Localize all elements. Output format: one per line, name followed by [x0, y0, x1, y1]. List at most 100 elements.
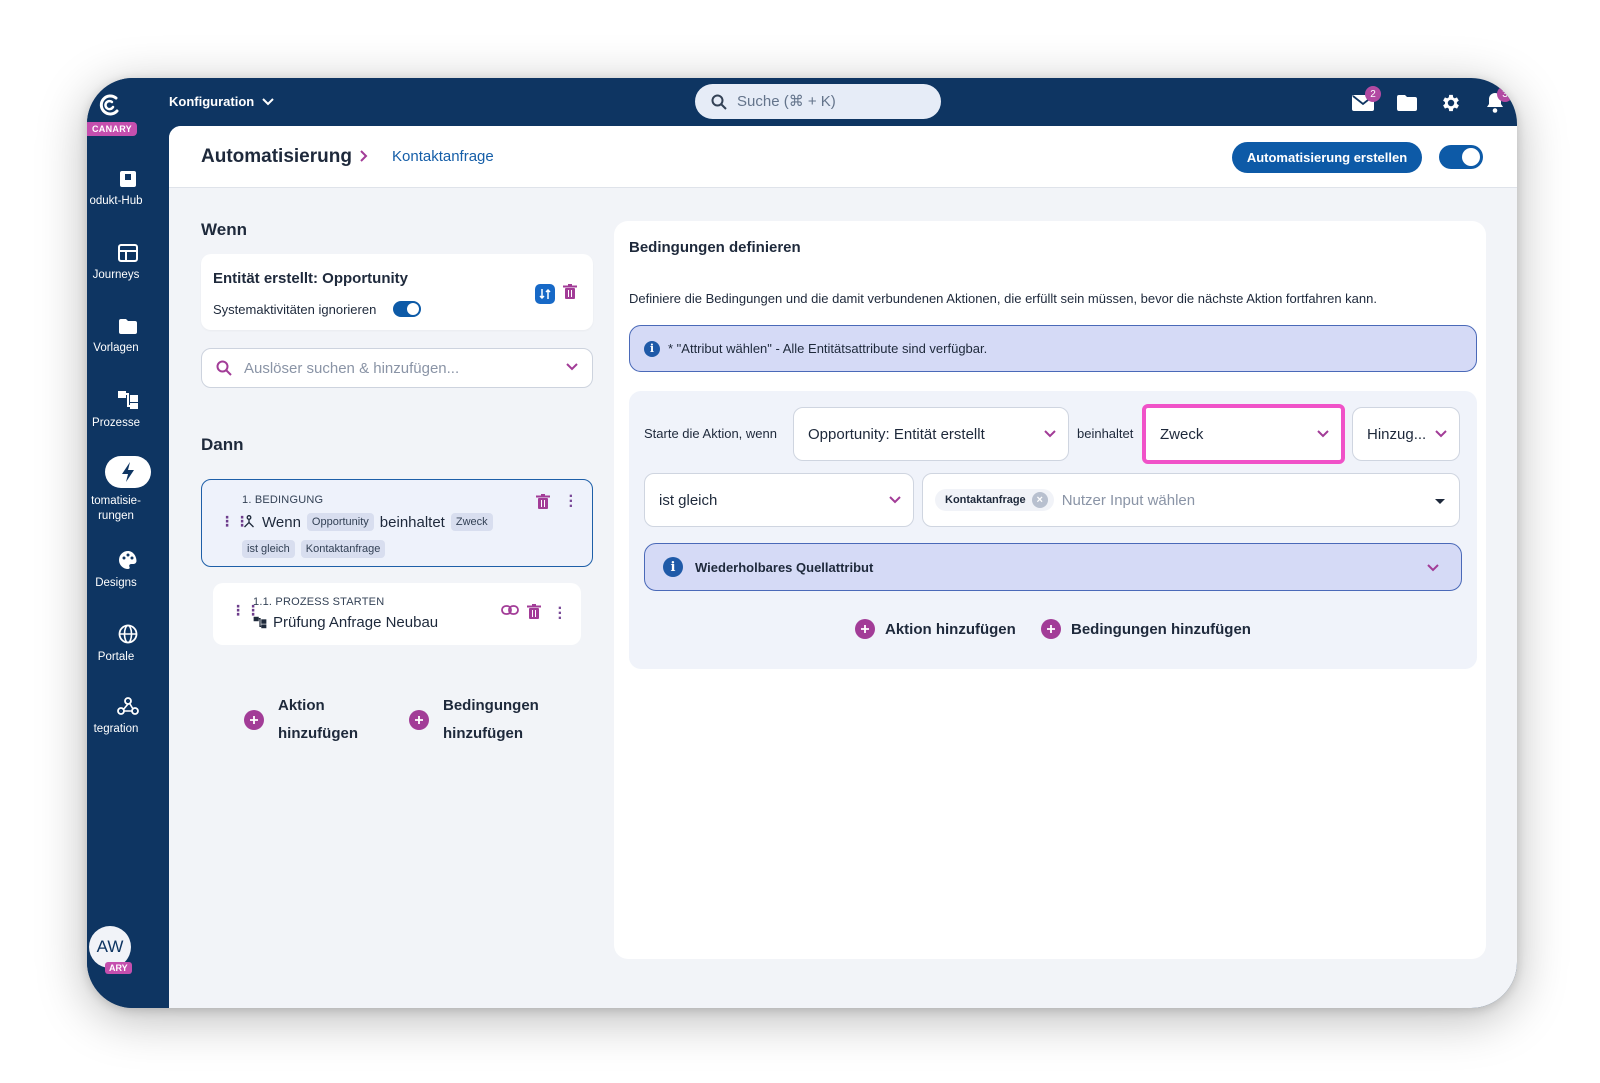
- value-chip: Kontaktanfrage ×: [935, 489, 1054, 511]
- attribute-select[interactable]: Zweck: [1142, 404, 1345, 464]
- mail-badge: 2: [1365, 86, 1381, 102]
- chevron-down-icon: [1435, 430, 1447, 438]
- folder-icon: [119, 319, 137, 334]
- panel-title: Bedingungen definieren: [629, 239, 801, 256]
- sidebar-item-label: odukt-Hub: [89, 195, 143, 207]
- add-conditions-button[interactable]: Bedingungen hinzufügen: [1041, 619, 1251, 639]
- value-multiselect[interactable]: Kontaktanfrage ×: [922, 473, 1460, 527]
- main-content: Automatisierung Kontaktanfrage Automatis…: [169, 126, 1517, 1008]
- lightning-icon: [122, 462, 134, 482]
- branch-icon: [244, 515, 254, 528]
- sidebar-item-journeys[interactable]: Journeys: [87, 244, 169, 283]
- mail-button[interactable]: 2: [1341, 86, 1385, 118]
- plus-icon: [1041, 619, 1061, 639]
- trigger-search[interactable]: [201, 348, 593, 388]
- process-icon: [118, 391, 138, 409]
- automation-active-toggle[interactable]: [1439, 145, 1483, 169]
- gear-icon: [1443, 94, 1459, 112]
- sidebar-item-vorlagen[interactable]: Vorlagen: [87, 318, 169, 356]
- caret-down-icon[interactable]: [1435, 499, 1445, 504]
- page-header: Automatisierung Kontaktanfrage Automatis…: [169, 126, 1517, 188]
- sidebar-item-produkt-hub[interactable]: odukt-Hub: [87, 170, 169, 209]
- trigger-swap-button[interactable]: [535, 284, 555, 304]
- chevron-down-icon: [1044, 430, 1056, 438]
- add-conditions-label: Bedingungen hinzufügen: [1071, 620, 1251, 638]
- avatar-badge: ARY: [105, 962, 132, 974]
- plus-icon: [855, 619, 875, 639]
- entity-select[interactable]: Opportunity: Entität erstellt: [793, 407, 1069, 461]
- trash-icon[interactable]: [536, 494, 550, 510]
- book-icon: [120, 171, 136, 187]
- chevron-right-icon: [360, 150, 368, 162]
- search-icon: [711, 94, 727, 110]
- process-card[interactable]: ⋮⋮ 1.1. PROZESS STARTEN Prüfung Anfrage …: [213, 583, 581, 645]
- ignore-system-toggle[interactable]: [393, 301, 421, 317]
- files-button[interactable]: [1385, 88, 1429, 118]
- chevron-down-icon: [889, 496, 901, 504]
- search-input[interactable]: [737, 93, 917, 110]
- trash-icon[interactable]: [527, 604, 541, 620]
- add-select-value: Hinzug...: [1367, 425, 1427, 443]
- settings-button[interactable]: [1429, 88, 1473, 118]
- sidebar-item-automatisierungen[interactable]: tomatisie- rungen: [87, 456, 169, 524]
- repeat-label: Wiederholbares Quellattribut: [695, 559, 874, 575]
- sidebar-item-prozesse[interactable]: Prozesse: [87, 390, 169, 431]
- value-input[interactable]: [1061, 491, 1362, 509]
- condition-word-contains: beinhaltet: [379, 513, 445, 531]
- layout-icon: [118, 244, 138, 262]
- condition-operator-chip: ist gleich: [242, 540, 295, 558]
- add-conditions-label-1: Bedingungen: [443, 697, 539, 714]
- remove-chip-icon[interactable]: ×: [1031, 492, 1048, 508]
- add-action-button[interactable]: Aktion hinzufügen: [855, 619, 1016, 639]
- configuration-menu[interactable]: Konfiguration: [169, 94, 274, 109]
- more-vertical-icon[interactable]: · · ·: [569, 489, 574, 515]
- link-icon[interactable]: [501, 605, 519, 615]
- operator-select[interactable]: ist gleich: [644, 473, 914, 527]
- process-summary: Prüfung Anfrage Neubau: [253, 614, 438, 631]
- add-conditions-button-left[interactable]: Bedingungen hinzufügen: [409, 692, 539, 748]
- sidebar-item-portale[interactable]: Portale: [87, 624, 169, 665]
- sidebar-item-designs[interactable]: Designs: [87, 550, 169, 591]
- rule-editor: Starte die Aktion, wenn Opportunity: Ent…: [629, 391, 1477, 669]
- swap-icon: [539, 288, 551, 300]
- plus-icon: [409, 710, 429, 730]
- contains-label: beinhaltet: [1077, 426, 1134, 441]
- trash-icon[interactable]: [563, 284, 577, 300]
- top-icons: 2 3: [1341, 86, 1517, 118]
- process-icon: [253, 616, 267, 629]
- create-automation-button[interactable]: Automatisierung erstellen: [1232, 142, 1422, 173]
- add-conditions-label-2: hinzufügen: [443, 725, 523, 742]
- global-search[interactable]: [695, 84, 941, 119]
- trigger-search-input[interactable]: [244, 359, 544, 377]
- add-action-label: Aktion hinzufügen: [885, 620, 1016, 638]
- ignore-system-label: Systemaktivitäten ignorieren: [213, 302, 377, 317]
- sidebar-item-label: tegration: [93, 723, 139, 735]
- sidebar-item-label: Prozesse: [92, 417, 140, 429]
- trigger-card[interactable]: Entität erstellt: Opportunity Systemakti…: [201, 254, 593, 330]
- condition-entity-chip: Opportunity: [306, 513, 374, 531]
- active-indicator: [105, 456, 151, 488]
- start-label: Starte die Aktion, wenn: [644, 426, 777, 441]
- breadcrumb-root[interactable]: Automatisierung: [201, 146, 352, 168]
- webhook-icon: [117, 697, 139, 715]
- operator-select-value: ist gleich: [659, 491, 718, 509]
- condition-card[interactable]: ⋮⋮ 1. BEDINGUNG Wenn Opportunity beinhal…: [201, 479, 593, 567]
- add-action-label-1: Aktion: [278, 697, 325, 714]
- panel-description: Definiere die Bedingungen und die damit …: [629, 291, 1377, 306]
- repeatable-source-attribute[interactable]: i Wiederholbares Quellattribut: [644, 543, 1462, 591]
- condition-summary: Wenn Opportunity beinhaltet Zweck: [242, 513, 493, 531]
- plus-icon: [244, 710, 264, 730]
- add-action-button-left[interactable]: Aktion hinzufügen: [244, 692, 358, 748]
- conditions-panel: Bedingungen definieren Definiere die Bed…: [614, 221, 1486, 959]
- palette-icon: [119, 551, 137, 569]
- notifications-button[interactable]: 3: [1473, 86, 1517, 118]
- chevron-down-icon: [1317, 430, 1329, 438]
- more-vertical-icon[interactable]: · · ·: [558, 601, 563, 627]
- section-heading-wenn: Wenn: [201, 220, 247, 239]
- breadcrumb-current: Kontaktanfrage: [392, 148, 494, 165]
- app-window: CANARY odukt-Hub Journeys Vorlagen Proze…: [87, 78, 1517, 1008]
- add-select[interactable]: Hinzug...: [1352, 407, 1460, 461]
- condition-value-chip: Kontaktanfrage: [300, 540, 386, 558]
- sidebar-item-integration[interactable]: tegration: [87, 696, 169, 737]
- attribute-select-value: Zweck: [1160, 425, 1204, 443]
